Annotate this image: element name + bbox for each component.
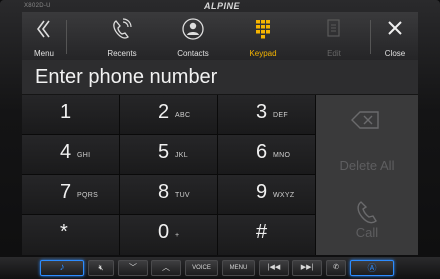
key-7[interactable]: 7 PQRS xyxy=(22,175,120,215)
navigation-icon: Ⓐ xyxy=(367,263,377,273)
backspace-icon xyxy=(316,109,418,131)
key-4[interactable]: 4 GHI xyxy=(22,135,120,175)
tab-contacts[interactable]: Contacts xyxy=(165,12,221,60)
key-digit: # xyxy=(256,221,268,243)
key-hash[interactable]: # xyxy=(218,215,316,255)
key-digit: 1 xyxy=(60,101,72,123)
key-digit: * xyxy=(60,221,68,243)
key-letters: PQRS xyxy=(77,192,99,199)
close-label: Close xyxy=(384,49,406,58)
person-icon xyxy=(165,18,221,40)
action-panel: Delete All Call xyxy=(316,95,418,255)
key-8[interactable]: 8 TUV xyxy=(120,175,218,215)
key-letters: WXYZ xyxy=(273,192,295,199)
key-0[interactable]: 0 + xyxy=(120,215,218,255)
edit-label: Edit xyxy=(327,49,341,58)
top-toolbar: Menu Recents Contacts Keypad Edit Close xyxy=(22,12,418,61)
head-unit-bezel: X802D-U ALPINE Menu Recents Contacts Key… xyxy=(0,0,440,279)
next-track-button[interactable]: ▶▶| xyxy=(292,260,322,276)
call-button[interactable]: Call xyxy=(316,199,418,240)
key-letters: GHI xyxy=(77,152,91,159)
key-digit: 9 xyxy=(256,181,268,203)
keypad-grid-icon xyxy=(235,18,291,40)
navigation-button[interactable]: Ⓐ xyxy=(350,260,394,276)
edit-button[interactable]: Edit xyxy=(306,12,362,60)
delete-all-label: Delete All xyxy=(339,158,395,173)
audio-button[interactable]: ♪ xyxy=(40,260,84,276)
key-digit: 5 xyxy=(158,141,170,163)
divider xyxy=(66,20,67,54)
phone-number-placeholder: Enter phone number xyxy=(35,66,218,88)
phone-recents-icon xyxy=(94,18,150,40)
phone-hard-button[interactable]: ✆ xyxy=(326,260,346,276)
phone-number-field[interactable]: Enter phone number xyxy=(22,60,418,95)
key-digit: 8 xyxy=(158,181,170,203)
close-icon xyxy=(372,18,418,40)
key-letters: ABC xyxy=(175,112,191,119)
key-digit: 0 xyxy=(158,221,170,243)
music-note-icon: ♪ xyxy=(59,262,65,273)
key-letters: + xyxy=(175,232,180,239)
key-2[interactable]: 2 ABC xyxy=(120,95,218,135)
screen: Menu Recents Contacts Keypad Edit Close … xyxy=(22,12,418,255)
key-9[interactable]: 9 WXYZ xyxy=(218,175,316,215)
tab-recents[interactable]: Recents xyxy=(94,12,150,60)
volume-down-button[interactable]: ﹀ xyxy=(118,260,148,276)
voice-button[interactable]: VOICE xyxy=(185,260,218,276)
close-button[interactable]: Close xyxy=(372,12,418,60)
volume-up-button[interactable]: ︿ xyxy=(151,260,181,276)
phone-icon: ✆ xyxy=(333,264,339,271)
dial-keypad: 1 2 ABC 3 DEF 4 GHI 5 JKL 6 MNO 7 PQRS 8… xyxy=(22,95,316,255)
tab-keypad[interactable]: Keypad xyxy=(235,12,291,60)
previous-track-button[interactable]: |◀◀ xyxy=(259,260,289,276)
key-digit: 2 xyxy=(158,101,170,123)
chevron-up-icon: ︿ xyxy=(162,263,170,272)
mute-button[interactable]: 🔇︎ xyxy=(88,260,114,276)
menu-button[interactable]: Menu xyxy=(22,12,66,60)
key-6[interactable]: 6 MNO xyxy=(218,135,316,175)
backspace-button[interactable] xyxy=(316,109,418,135)
voice-label: VOICE xyxy=(192,265,211,271)
mute-icon: 🔇︎ xyxy=(98,263,104,272)
call-label: Call xyxy=(355,225,379,240)
key-1[interactable]: 1 xyxy=(22,95,120,135)
recents-label: Recents xyxy=(107,49,137,58)
divider xyxy=(370,20,371,54)
menu-hard-label: MENU xyxy=(229,265,248,271)
menu-label: Menu xyxy=(33,49,54,58)
key-3[interactable]: 3 DEF xyxy=(218,95,316,135)
key-digit: 6 xyxy=(256,141,268,163)
key-letters: TUV xyxy=(175,192,190,199)
key-digit: 7 xyxy=(60,181,72,203)
menu-hard-button[interactable]: MENU xyxy=(222,260,255,276)
document-edit-icon xyxy=(306,18,362,40)
hardware-button-bar: ♪ 🔇︎ ﹀ ︿ VOICE MENU |◀◀ ▶▶| ✆ Ⓐ xyxy=(0,257,440,279)
key-letters: JKL xyxy=(175,152,188,159)
key-digit: 4 xyxy=(60,141,72,163)
previous-track-icon: |◀◀ xyxy=(267,264,281,271)
keypad-label: Keypad xyxy=(249,49,277,58)
chevron-down-icon: ﹀ xyxy=(129,263,137,272)
model-label: X802D-U xyxy=(24,3,51,9)
next-track-icon: ▶▶| xyxy=(300,264,314,271)
key-star[interactable]: * xyxy=(22,215,120,255)
key-letters: DEF xyxy=(273,112,288,119)
key-digit: 3 xyxy=(256,101,268,123)
key-letters: MNO xyxy=(273,152,291,159)
key-5[interactable]: 5 JKL xyxy=(120,135,218,175)
brand-logo: ALPINE xyxy=(203,1,240,11)
double-chevron-left-icon xyxy=(22,18,66,40)
delete-all-button[interactable]: Delete All xyxy=(316,157,418,175)
contacts-label: Contacts xyxy=(177,49,209,58)
phone-handset-icon xyxy=(316,199,418,225)
